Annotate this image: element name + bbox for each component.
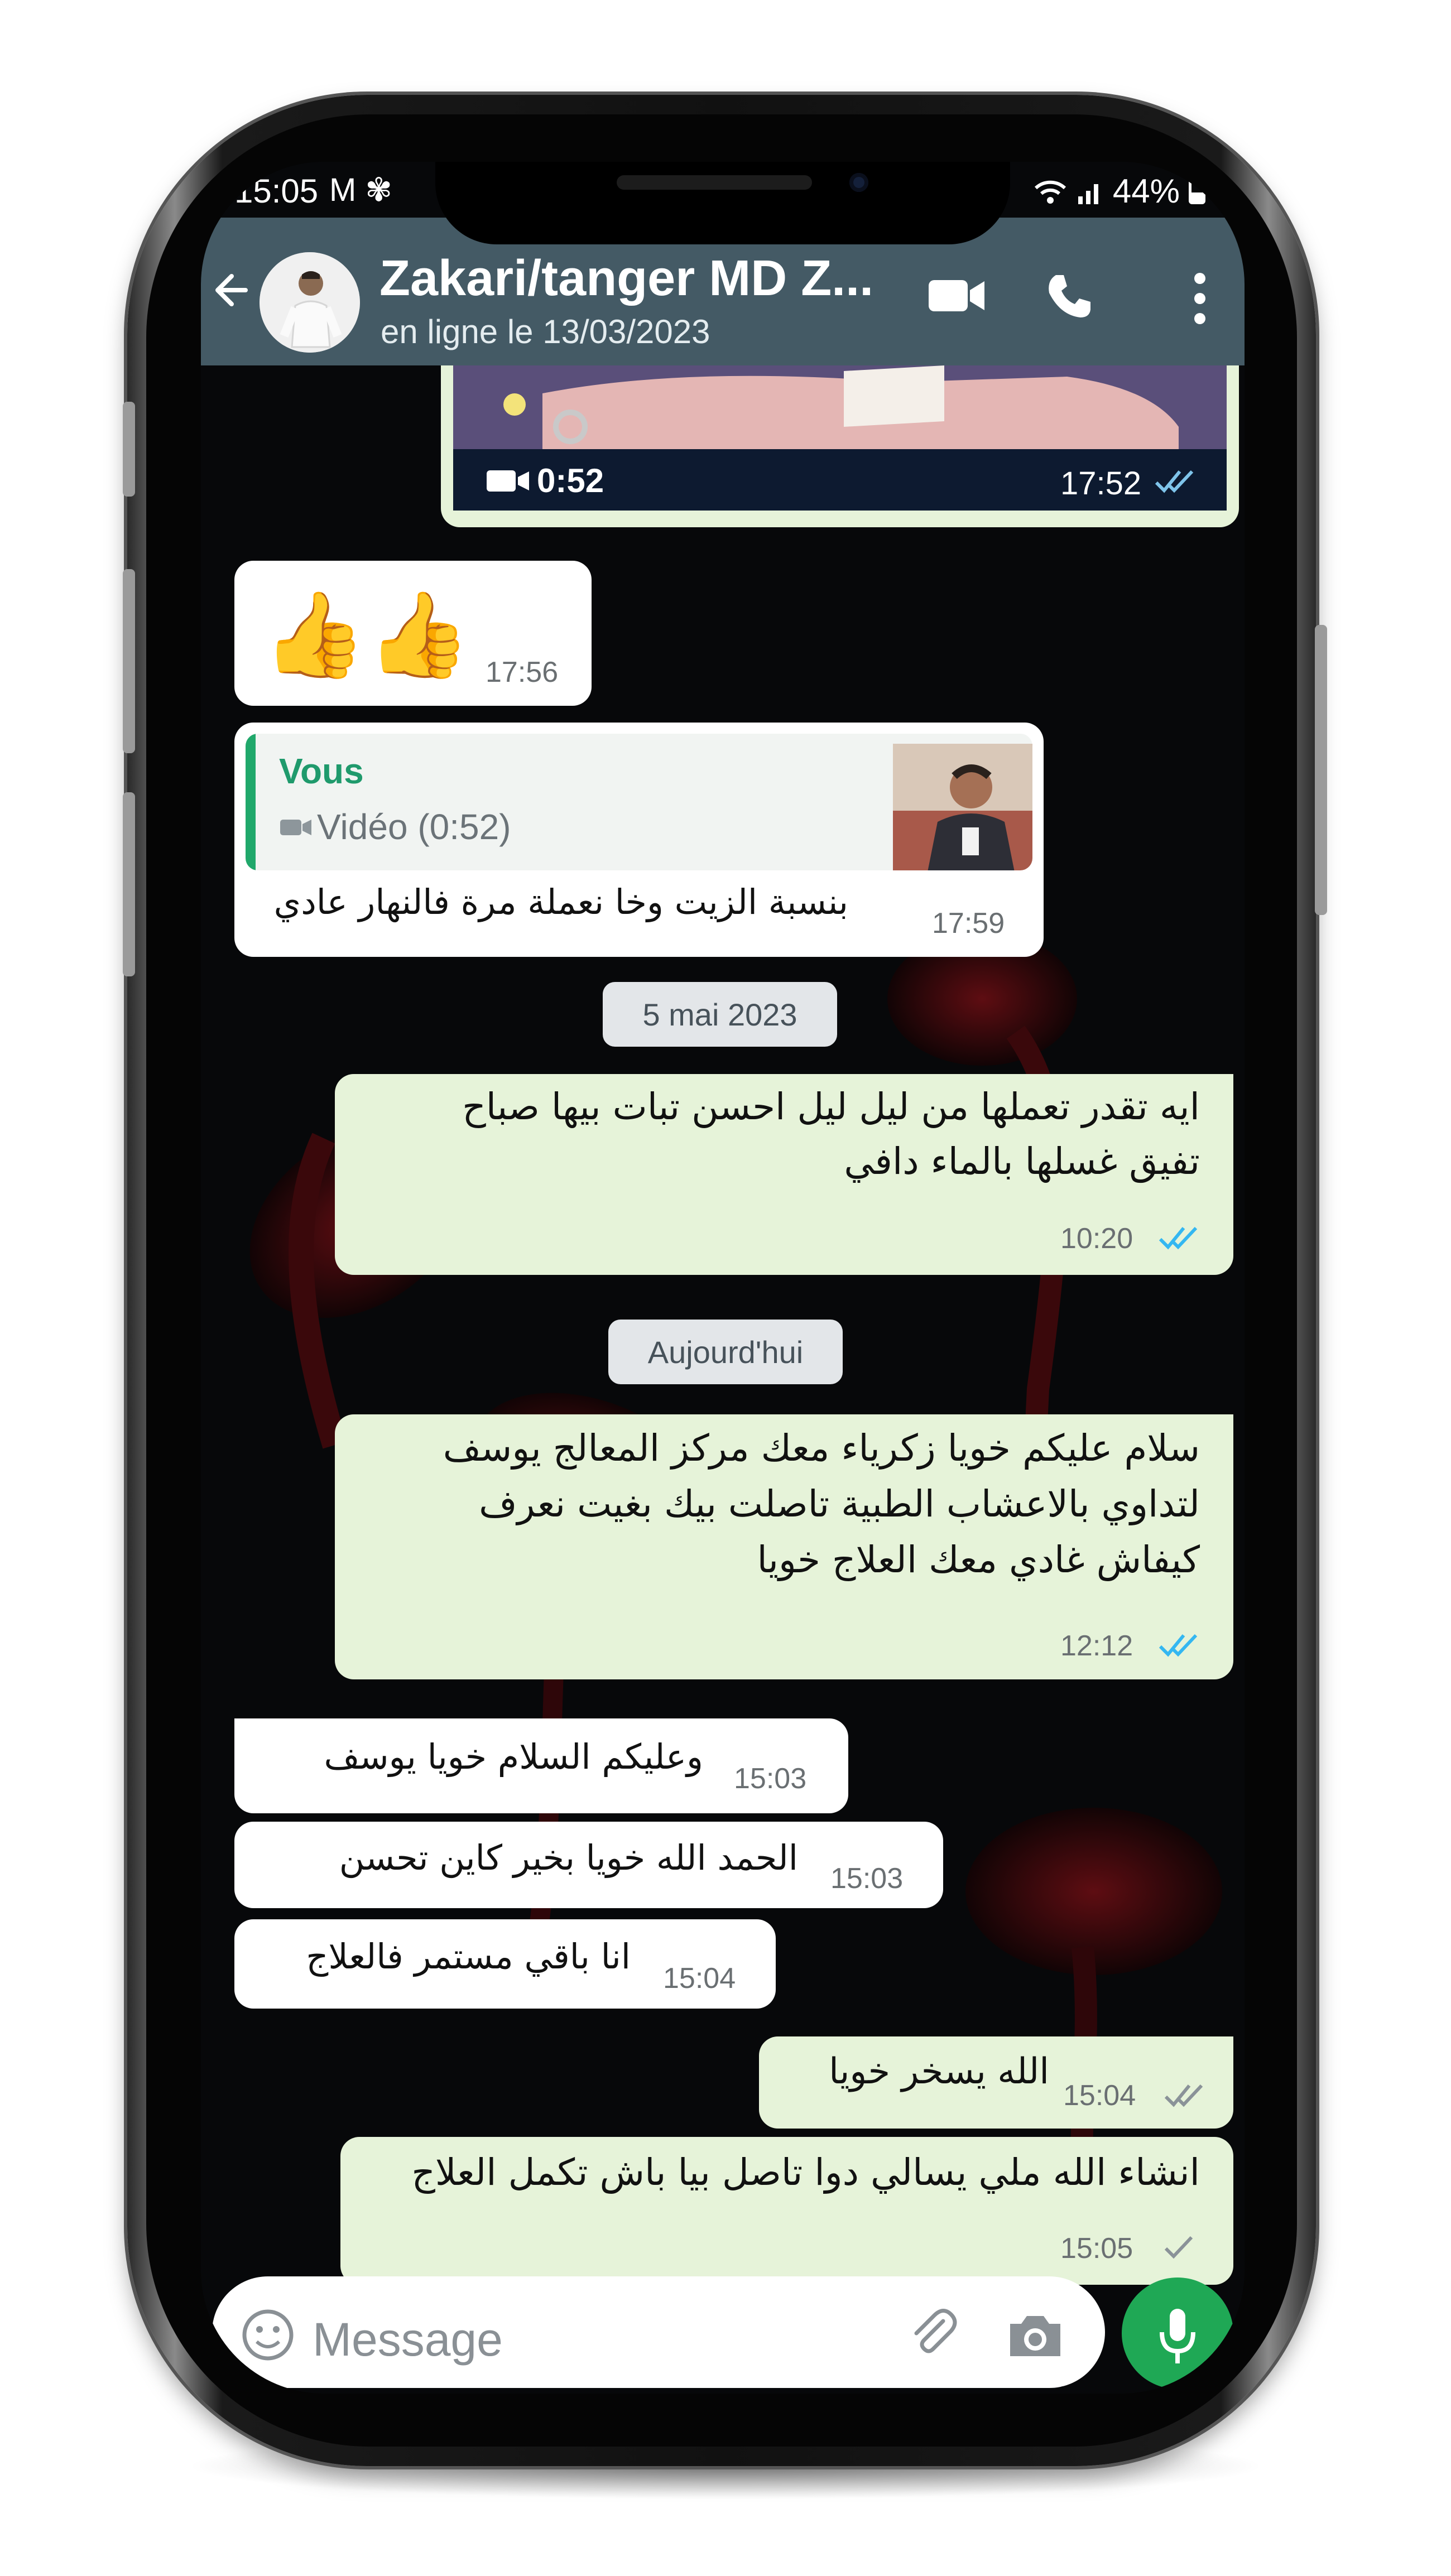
message-input[interactable]: Message xyxy=(212,2276,1105,2388)
read-ticks-icon xyxy=(1155,470,1194,493)
message-text-line: تفيق غسلها بالماء دافي xyxy=(844,1140,1200,1183)
message-time: 17:59 xyxy=(932,907,1005,940)
message-time: 15:04 xyxy=(663,1962,736,1995)
message-text: انشاء الله ملي يسالي دوا تاصل بيا باش تك… xyxy=(411,2151,1200,2194)
composer-bar: Message xyxy=(201,2276,1245,2394)
message-text: الله يسخر خويا xyxy=(829,2051,1049,2092)
message-time: 12:12 xyxy=(1060,1630,1133,1662)
silent-switch xyxy=(123,792,135,976)
back-arrow-icon[interactable] xyxy=(201,262,257,318)
message-text: وعليكم السلام خويا يوسف xyxy=(324,1736,703,1777)
message-text-line: سلام عليكم خويا زكرياء معك مركز المعالج … xyxy=(443,1427,1200,1470)
message-text: انا باقي مستمر فالعلاج xyxy=(306,1936,631,1977)
contact-name[interactable]: Zakari/tanger MD Z... xyxy=(379,250,873,307)
speaker-grille xyxy=(617,175,812,190)
front-camera xyxy=(849,173,868,192)
power-button xyxy=(1315,625,1327,915)
wifi-icon xyxy=(1034,180,1066,204)
signal-icon xyxy=(1078,184,1098,204)
sent-tick-icon xyxy=(1164,2236,1193,2259)
quote-author: Vous xyxy=(279,751,364,791)
message-text-line: كيفاش غادي معك العلاج خويا xyxy=(757,1538,1200,1581)
notch xyxy=(435,162,1010,244)
message-bubble-outgoing[interactable]: ايه تقدر تعملها من ليل ليل احسن تبات بيه… xyxy=(335,1074,1233,1275)
attachment-icon[interactable] xyxy=(904,2304,960,2360)
message-text: الحمد الله خويا بخير كاين تحسن xyxy=(339,1837,798,1878)
message-time: 10:20 xyxy=(1060,1222,1133,1255)
message-time: 15:05 xyxy=(1060,2232,1133,2265)
video-time: 17:52 xyxy=(1060,465,1142,502)
video-camera-icon xyxy=(487,470,529,492)
date-separator: Aujourd'hui xyxy=(608,1320,843,1384)
message-list[interactable]: 0:52 17:52 👍👍 17:56 Vous Vidéo (0:52) بن… xyxy=(201,343,1245,2368)
read-ticks-icon xyxy=(1159,1226,1198,1250)
battery-icon xyxy=(1189,178,1205,204)
contact-avatar[interactable] xyxy=(260,252,360,353)
quote-media-label: Vidéo (0:52) xyxy=(317,807,511,847)
message-bubble-outgoing[interactable]: سلام عليكم خويا زكرياء معك مركز المعالج … xyxy=(335,1414,1233,1679)
volume-down-button xyxy=(123,569,135,753)
message-bubble-outgoing[interactable]: انشاء الله ملي يسالي دوا تاصل بيا باش تك… xyxy=(340,2137,1233,2285)
microphone-icon xyxy=(1160,2309,1195,2363)
quote-video-thumbnail xyxy=(893,744,1032,870)
video-call-icon[interactable] xyxy=(926,273,988,318)
status-right: 44% xyxy=(1034,172,1205,210)
volume-up-button xyxy=(123,402,135,497)
message-bubble-incoming[interactable]: 👍👍 17:56 xyxy=(234,561,592,706)
date-separator: 5 mai 2023 xyxy=(603,982,837,1047)
contact-status: en ligne le 13/03/2023 xyxy=(381,313,710,350)
message-text-line: لتداوي بالاعشاب الطبية تاصلت بيك بغيت نع… xyxy=(479,1482,1200,1525)
voice-call-icon[interactable] xyxy=(1044,271,1094,321)
delivered-ticks-icon xyxy=(1164,2084,1203,2107)
quote-accent-bar xyxy=(246,734,256,870)
video-camera-icon xyxy=(280,820,311,835)
message-bubble-incoming[interactable]: الحمد الله خويا بخير كاين تحسن 15:03 xyxy=(234,1822,943,1908)
message-text-line: ايه تقدر تعملها من ليل ليل احسن تبات بيه… xyxy=(462,1085,1200,1128)
read-ticks-icon xyxy=(1159,1634,1198,1657)
message-bubble-incoming[interactable]: انا باقي مستمر فالعلاج 15:04 xyxy=(234,1919,776,2009)
more-options-icon[interactable] xyxy=(1191,271,1208,326)
message-bubble-incoming[interactable]: وعليكم السلام خويا يوسف 15:03 xyxy=(234,1718,848,1813)
message-text: بنسبة الزيت وخا نعملة مرة فالنهار عادي xyxy=(273,882,848,922)
message-bubble-incoming-reply[interactable]: Vous Vidéo (0:52) بنسبة الزيت وخا نعملة … xyxy=(234,723,1044,957)
emoji-icon[interactable] xyxy=(240,2307,296,2363)
battery-percent: 44% xyxy=(1112,172,1180,210)
phone-screen: 15:05 M ✾ 44% Zakari/tanger MD Z... en l… xyxy=(201,162,1245,2394)
message-placeholder: Message xyxy=(313,2313,503,2366)
message-time: 17:56 xyxy=(486,656,559,688)
microphone-button[interactable] xyxy=(1122,2278,1233,2389)
status-time: 15:05 xyxy=(234,172,319,210)
message-bubble-outgoing[interactable]: الله يسخر خويا 15:04 xyxy=(759,2036,1233,2129)
message-time: 15:04 xyxy=(1063,2079,1136,2112)
video-message-bubble[interactable]: 0:52 17:52 xyxy=(441,343,1239,527)
message-time: 15:03 xyxy=(830,1862,904,1895)
message-time: 15:03 xyxy=(734,1763,807,1795)
notification-icons: M ✾ xyxy=(329,172,393,208)
video-duration: 0:52 xyxy=(537,462,604,499)
camera-icon[interactable] xyxy=(1005,2307,1066,2363)
quoted-message[interactable]: Vous Vidéo (0:52) xyxy=(246,734,1032,870)
thumbs-up-emoji: 👍👍 xyxy=(262,586,471,683)
